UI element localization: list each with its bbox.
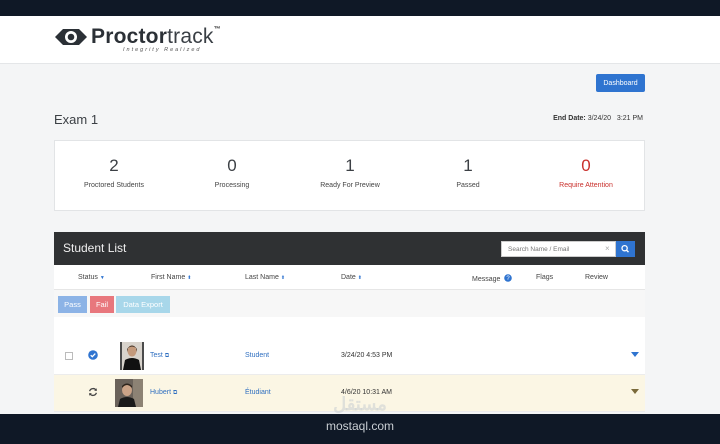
watermark-url: mostaql.com [325, 419, 395, 433]
end-date: End Date: 3/24/20 3:21 PM [553, 115, 643, 122]
search-input[interactable] [501, 241, 616, 257]
check-circle-icon [88, 350, 98, 360]
column-last-name[interactable]: Last Name ⬍ [245, 274, 285, 281]
table-column-headers: Status ▼ First Name ⬍ Last Name ⬍ Date ⬍ Mes… [54, 265, 645, 290]
column-message: Message ? [472, 274, 513, 283]
student-list-title: Student List [63, 241, 127, 255]
column-first-name[interactable]: First Name ⬍ [151, 274, 191, 281]
stat-value: 0 [227, 156, 237, 175]
watermark: مستقل mostaql.com [0, 394, 720, 433]
sort-icon: ⬍ [357, 275, 362, 281]
stat-label: Passed [456, 182, 480, 189]
search-button[interactable] [616, 241, 635, 257]
stat-value: 0 [581, 156, 591, 175]
stat-require-attention[interactable]: 0 Require Attention [527, 141, 645, 212]
stat-value: 2 [109, 156, 119, 175]
table-row[interactable]: Test ⧉ Student 3/24/20 4:53 PM [54, 338, 645, 375]
proctortrack-logo[interactable]: Proctortrack™ Integrity Realized [54, 26, 221, 54]
pass-button[interactable]: Pass [58, 296, 87, 313]
stat-processing[interactable]: 0 Processing [173, 141, 291, 212]
watermark-logo: مستقل [333, 394, 387, 414]
data-export-button[interactable]: Data Export [116, 296, 170, 313]
sort-down-icon: ▼ [99, 275, 105, 281]
page-title: Exam 1 [54, 112, 99, 127]
end-date-label: End Date: [553, 115, 586, 122]
stat-label: Require Attention [559, 182, 613, 189]
end-time: 3:21 PM [616, 115, 643, 122]
bulk-actions-bar: Pass Fail Data Export [54, 290, 645, 317]
stat-label: Ready For Preview [320, 182, 380, 189]
stats-panel: 2 Proctored Students 0 Processing 1 Read… [54, 140, 645, 211]
help-icon[interactable]: ? [504, 274, 513, 282]
dashboard-button[interactable]: Dashboard [596, 74, 645, 92]
top-header: Proctortrack™ Integrity Realized [0, 16, 720, 64]
first-name-link[interactable]: Test ⧉ [150, 352, 169, 360]
column-review: Review [585, 274, 608, 281]
stat-proctored-students[interactable]: 2 Proctored Students [55, 141, 173, 212]
expand-chevron-icon[interactable] [631, 352, 639, 357]
sort-icon: ⬍ [187, 275, 192, 281]
row-checkbox[interactable] [65, 352, 73, 360]
brand-tagline: Integrity Realized [123, 47, 202, 53]
column-status[interactable]: Status ▼ [78, 274, 105, 281]
date-cell: 3/24/20 4:53 PM [341, 352, 393, 359]
column-date[interactable]: Date ⬍ [341, 274, 362, 281]
stat-label: Proctored Students [84, 182, 144, 189]
fail-button[interactable]: Fail [90, 296, 114, 313]
last-name-link[interactable]: Student [245, 352, 269, 359]
screen: Proctortrack™ Integrity Realized Dashboa… [0, 0, 720, 444]
search-icon [621, 244, 629, 253]
stat-value: 1 [463, 156, 473, 175]
stat-label: Processing [214, 182, 250, 189]
student-list-panel: Student List × Status▼ First Name⬍ Last … [54, 232, 645, 412]
app-window: Proctortrack™ Integrity Realized Dashboa… [0, 16, 720, 414]
avatar[interactable] [120, 342, 144, 370]
brand-name: Proctortrack™ [91, 25, 221, 48]
end-date-value: 3/24/20 [587, 115, 612, 122]
sort-icon: ⬍ [280, 275, 286, 281]
column-flags: Flags [536, 274, 554, 281]
student-list-header: Student List × [54, 232, 645, 265]
stat-passed[interactable]: 1 Passed [409, 141, 527, 212]
external-link-icon: ⧉ [164, 353, 170, 359]
eye-logo-icon [54, 26, 88, 48]
clear-search-icon[interactable]: × [605, 244, 610, 253]
stat-ready-for-preview[interactable]: 1 Ready For Preview [291, 141, 409, 212]
stat-value: 1 [345, 156, 355, 175]
